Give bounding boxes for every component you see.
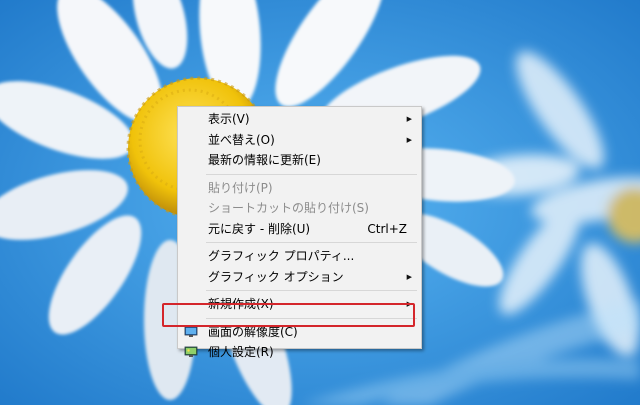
desktop[interactable]: 表示(V) ▶ 並べ替え(O) ▶ 最新の情報に更新(E) 貼り付け(P) ショートカットの… <box>0 0 640 405</box>
menu-item-4-0[interactable]: 画面の解像度(C) <box>178 322 421 343</box>
menu-item-label: 並べ替え(O) <box>208 132 275 147</box>
menu-item-label: 最新の情報に更新(E) <box>208 153 321 167</box>
menu-item-label: 元に戻す - 削除(U) <box>208 221 311 236</box>
menu-item-4-1[interactable]: 個人設定(R) <box>178 342 421 363</box>
submenu-arrow-icon: ▶ <box>406 272 412 281</box>
submenu-arrow-icon: ▶ <box>406 300 412 308</box>
menu-item-1-2[interactable]: 元に戻す - 削除(U) Ctrl+Z <box>178 219 421 240</box>
menu-item-label: ショートカットの貼り付け(S) <box>208 201 369 215</box>
personalize-icon <box>184 346 198 357</box>
submenu-arrow-icon: ▶ <box>406 115 412 123</box>
menu-item-label: グラフィック プロパティ... <box>208 249 355 263</box>
menu-separator <box>206 173 417 175</box>
menu-separator <box>206 290 417 291</box>
menu-item-label: グラフィック オプション <box>208 269 344 284</box>
display-icon <box>184 326 198 337</box>
menu-item-2-1[interactable]: グラフィック オプション ▶ <box>178 267 421 288</box>
menu-item-label: 表示(V) <box>208 112 250 126</box>
menu-separator <box>206 242 417 243</box>
submenu-arrow-icon: ▶ <box>406 135 412 144</box>
menu-item-shortcut: Ctrl+Z <box>367 221 407 236</box>
menu-item-1-0: 貼り付け(P) <box>178 178 421 199</box>
menu-item-0-0[interactable]: 表示(V) ▶ <box>178 109 421 130</box>
menu-item-label: 貼り付け(P) <box>208 180 273 195</box>
menu-item-label: 画面の解像度(C) <box>208 324 298 339</box>
desktop-context-menu: 表示(V) ▶ 並べ替え(O) ▶ 最新の情報に更新(E) 貼り付け(P) ショートカットの… <box>177 106 422 359</box>
menu-item-1-1: ショートカットの貼り付け(S) <box>178 198 421 219</box>
menu-item-2-0[interactable]: グラフィック プロパティ... <box>178 246 421 267</box>
menu-item-3-0[interactable]: 新規作成(X) ▶ <box>178 294 421 315</box>
menu-separator <box>206 317 417 319</box>
menu-item-label: 個人設定(R) <box>208 345 274 359</box>
menu-item-0-1[interactable]: 並べ替え(O) ▶ <box>178 130 421 151</box>
menu-item-label: 新規作成(X) <box>208 297 274 311</box>
menu-item-0-2[interactable]: 最新の情報に更新(E) <box>178 150 421 171</box>
